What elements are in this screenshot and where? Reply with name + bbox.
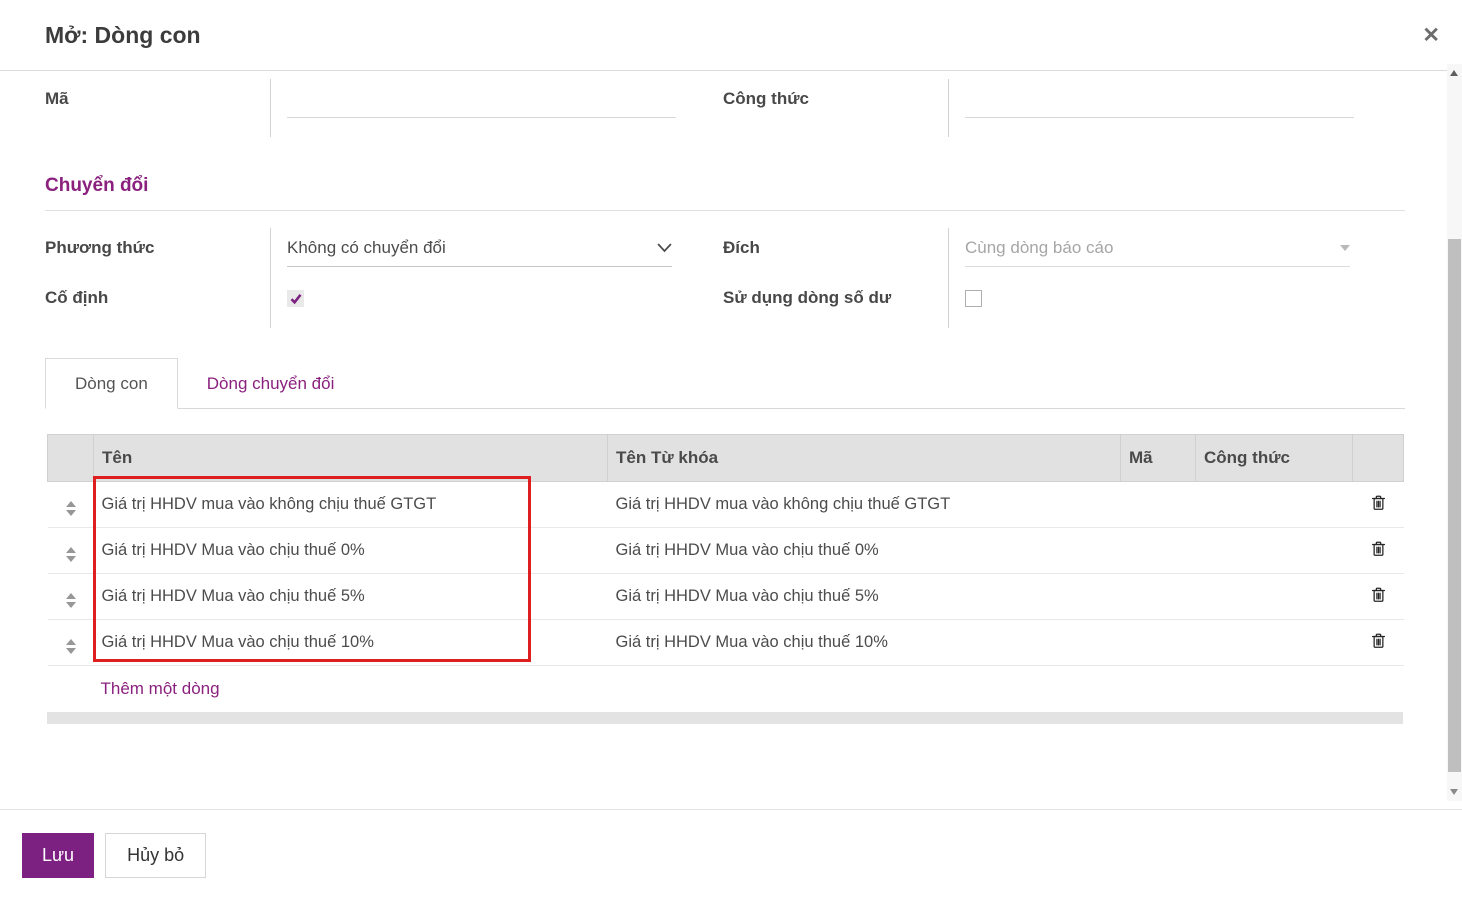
formula-input[interactable]: [965, 89, 1354, 118]
target-select-value: Cùng dòng báo cáo: [965, 238, 1113, 258]
tab-dong-con[interactable]: Dòng con: [45, 358, 178, 409]
cell-keyword[interactable]: Giá trị HHDV Mua vào chịu thuế 10%: [608, 620, 1121, 666]
section-title: Chuyển đổi: [45, 175, 1405, 211]
col-header-handle: [48, 435, 94, 482]
trash-icon[interactable]: [1369, 539, 1388, 558]
col-header-keyword[interactable]: Tên Từ khóa: [608, 435, 1121, 482]
cell-cong-thuc[interactable]: [1196, 528, 1353, 574]
cell-cong-thuc[interactable]: [1196, 574, 1353, 620]
scroll-up-icon[interactable]: [1450, 70, 1458, 76]
table-row: Giá trị HHDV Mua vào chịu thuế 0% Giá tr…: [48, 528, 1404, 574]
scroll-down-icon[interactable]: [1450, 789, 1458, 795]
method-select-value: Không có chuyển đổi: [287, 238, 446, 258]
formula-label: Công thức: [723, 79, 948, 137]
method-select[interactable]: Không có chuyển đổi: [287, 238, 672, 267]
method-field-cell: Không có chuyển đổi: [270, 228, 672, 278]
use-balance-label: Sử dụng dòng số dư: [723, 278, 948, 328]
modal-header: Mở: Dòng con ✕: [0, 0, 1462, 71]
row-handle-cell[interactable]: [48, 620, 94, 666]
use-balance-field-cell: [948, 278, 1405, 328]
cell-ten[interactable]: Giá trị HHDV Mua vào chịu thuế 10%: [94, 620, 608, 666]
trash-icon[interactable]: [1369, 631, 1388, 650]
table-body: Giá trị HHDV mua vào không chịu thuế GTG…: [48, 482, 1404, 712]
delete-row-button[interactable]: [1353, 620, 1404, 666]
col-header-delete: [1353, 435, 1404, 482]
drag-handle-icon[interactable]: [66, 547, 76, 562]
delete-row-button[interactable]: [1353, 528, 1404, 574]
delete-row-button[interactable]: [1353, 482, 1404, 528]
cancel-button[interactable]: Hủy bỏ: [105, 833, 206, 878]
row-handle-cell[interactable]: [48, 482, 94, 528]
scrollbar-thumb[interactable]: [1448, 239, 1461, 772]
col-header-ma[interactable]: Mã: [1121, 435, 1196, 482]
field-group-fixed: Cố định: [45, 278, 670, 328]
add-line-link[interactable]: Thêm một dòng: [101, 679, 220, 698]
table-header-row: Tên Tên Từ khóa Mã Công thức: [48, 435, 1404, 482]
target-field-cell: Cùng dòng báo cáo: [948, 228, 1405, 278]
cell-cong-thuc[interactable]: [1196, 620, 1353, 666]
child-lines-table: Tên Tên Từ khóa Mã Công thức Giá trị HHD…: [47, 434, 1404, 712]
fixed-checkbox[interactable]: [287, 290, 304, 307]
drag-handle-icon[interactable]: [66, 593, 76, 608]
field-group-method: Phương thức Không có chuyển đổi: [45, 228, 670, 278]
cell-ma[interactable]: [1121, 620, 1196, 666]
field-group-formula: Công thức: [723, 79, 1405, 137]
field-group-code: Mã: [45, 79, 670, 137]
page-title: Mở: Dòng con: [45, 22, 201, 49]
cell-ten[interactable]: Giá trị HHDV Mua vào chịu thuế 5%: [94, 574, 608, 620]
field-group-target: Đích Cùng dòng báo cáo: [723, 228, 1405, 278]
method-label: Phương thức: [45, 228, 270, 278]
col-header-ten[interactable]: Tên: [94, 435, 608, 482]
cell-ten[interactable]: Giá trị HHDV Mua vào chịu thuế 0%: [94, 528, 608, 574]
code-input[interactable]: [287, 89, 676, 118]
modal-body: Mã Công thức Chuyển đổi Phương thức Khôn…: [0, 71, 1462, 724]
col-header-cong-thuc[interactable]: Công thức: [1196, 435, 1353, 482]
cell-keyword[interactable]: Giá trị HHDV Mua vào chịu thuế 5%: [608, 574, 1121, 620]
delete-row-button[interactable]: [1353, 574, 1404, 620]
form-row-1: Mã Công thức: [45, 79, 1405, 137]
row-handle-cell[interactable]: [48, 574, 94, 620]
cell-ma[interactable]: [1121, 574, 1196, 620]
table-row: Giá trị HHDV mua vào không chịu thuế GTG…: [48, 482, 1404, 528]
modal-footer: Lưu Hủy bỏ: [0, 809, 1462, 901]
dropdown-arrow-icon: [1340, 245, 1350, 251]
cell-keyword[interactable]: Giá trị HHDV Mua vào chịu thuế 0%: [608, 528, 1121, 574]
cell-cong-thuc[interactable]: [1196, 482, 1353, 528]
code-label: Mã: [45, 79, 270, 137]
table-row: Giá trị HHDV Mua vào chịu thuế 5% Giá tr…: [48, 574, 1404, 620]
checkmark-icon: [290, 293, 302, 305]
field-group-use-balance: Sử dụng dòng số dư: [723, 278, 1405, 328]
save-button[interactable]: Lưu: [22, 833, 94, 878]
formula-field-cell: [948, 79, 1405, 137]
cell-ma[interactable]: [1121, 482, 1196, 528]
add-line-row: Thêm một dòng: [48, 666, 1404, 712]
scrollbar-track[interactable]: [1447, 64, 1462, 801]
tab-dong-chuyen-doi[interactable]: Dòng chuyển đổi: [178, 359, 364, 408]
left-field-group: Phương thức Không có chuyển đổi Cố định: [45, 228, 670, 328]
fixed-label: Cố định: [45, 278, 270, 328]
table-row: Giá trị HHDV Mua vào chịu thuế 10% Giá t…: [48, 620, 1404, 666]
row-handle-cell[interactable]: [48, 528, 94, 574]
form-row-2: Phương thức Không có chuyển đổi Cố định: [45, 228, 1405, 328]
list-footer-strip: [47, 712, 1403, 724]
fixed-field-cell: [270, 278, 670, 328]
tab-bar: Dòng con Dòng chuyển đổi: [45, 358, 1405, 409]
drag-handle-icon[interactable]: [66, 639, 76, 654]
close-icon[interactable]: ✕: [1422, 25, 1440, 46]
cell-ten[interactable]: Giá trị HHDV mua vào không chịu thuế GTG…: [94, 482, 608, 528]
target-select: Cùng dòng báo cáo: [965, 238, 1350, 267]
right-field-group: Đích Cùng dòng báo cáo Sử dụng dòng số d…: [723, 228, 1405, 328]
code-field-cell: [270, 79, 676, 137]
cell-keyword[interactable]: Giá trị HHDV mua vào không chịu thuế GTG…: [608, 482, 1121, 528]
trash-icon[interactable]: [1369, 585, 1388, 604]
drag-handle-icon[interactable]: [66, 501, 76, 516]
cell-ma[interactable]: [1121, 528, 1196, 574]
trash-icon[interactable]: [1369, 493, 1388, 512]
target-label: Đích: [723, 228, 948, 278]
use-balance-checkbox[interactable]: [965, 290, 982, 307]
